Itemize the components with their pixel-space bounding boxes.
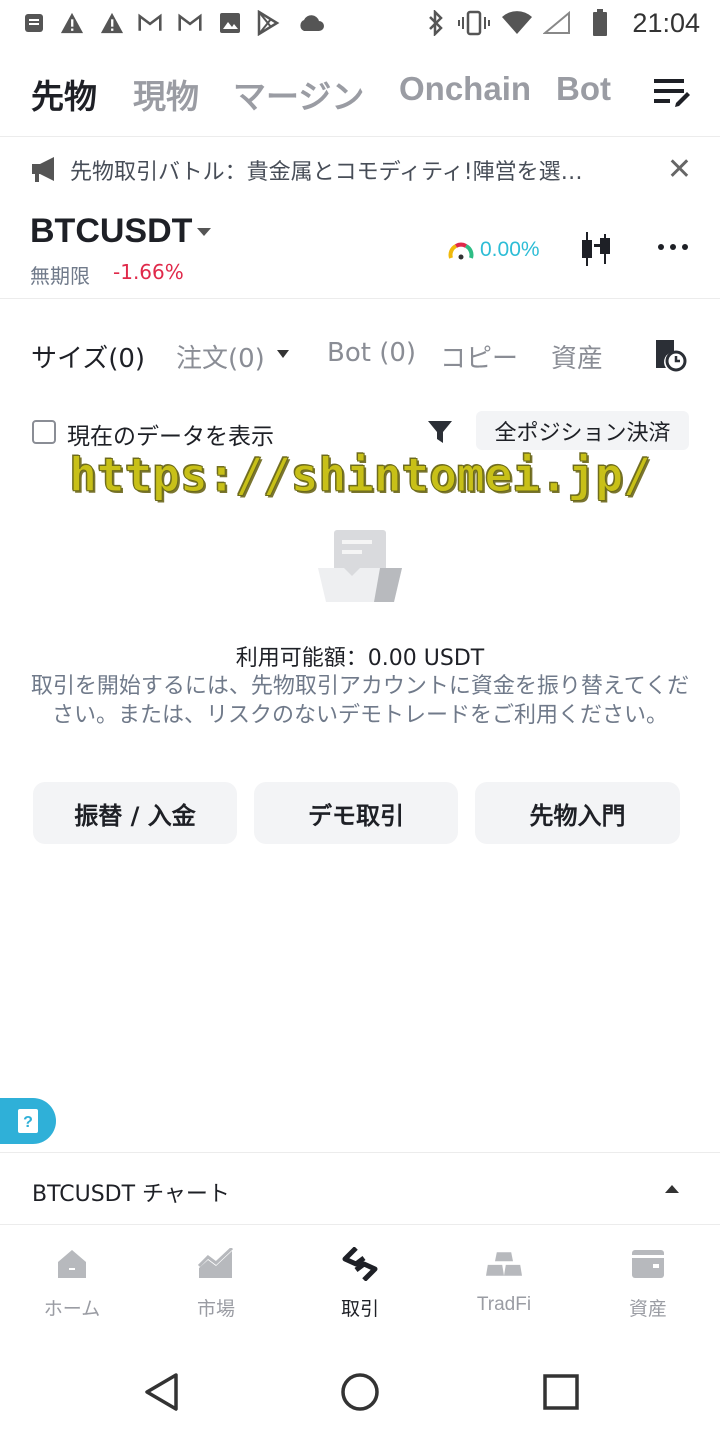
show-current-label: 現在のデータを表示 bbox=[67, 424, 274, 450]
funding-value: 0.00% bbox=[480, 238, 540, 261]
help-button[interactable]: ? bbox=[0, 1098, 56, 1144]
tab-spot[interactable]: 現物 bbox=[133, 70, 199, 118]
tab-bot[interactable]: Bot bbox=[556, 70, 611, 108]
status-bar: 21:04 bbox=[0, 0, 720, 50]
contract-type: 無期限 bbox=[30, 264, 90, 288]
signal-icon bbox=[542, 10, 572, 36]
filter-icon[interactable] bbox=[427, 420, 453, 448]
chevron-up-icon[interactable] bbox=[665, 1185, 679, 1193]
transfer-deposit-button[interactable]: 振替 / 入金 bbox=[33, 782, 237, 844]
home-button-icon[interactable] bbox=[340, 1372, 380, 1412]
tab-assets[interactable]: 資産 bbox=[551, 338, 603, 375]
divider bbox=[0, 1224, 720, 1225]
help-icon: ? bbox=[18, 1109, 38, 1133]
tab-futures[interactable]: 先物 bbox=[31, 70, 97, 118]
nav-home[interactable]: ホーム bbox=[17, 1246, 127, 1326]
tab-orders[interactable]: 注文(0) bbox=[176, 338, 265, 375]
nav-market[interactable]: 市場 bbox=[161, 1246, 271, 1326]
chevron-down-icon[interactable] bbox=[277, 350, 289, 358]
funding-rate[interactable]: 0.00% bbox=[448, 236, 540, 264]
gmail-icon bbox=[178, 10, 202, 36]
back-icon[interactable] bbox=[142, 1372, 182, 1412]
gold-bars-icon bbox=[486, 1246, 522, 1282]
pair-symbol[interactable]: BTCUSDT bbox=[30, 212, 192, 251]
empty-state-icon bbox=[314, 528, 406, 610]
bluetooth-icon bbox=[424, 10, 448, 36]
announcement-banner[interactable]: 先物取引バトル：貴金属とコモディティ!陣営を選… ✕ bbox=[0, 140, 720, 200]
cloud-icon bbox=[296, 10, 326, 36]
tab-onchain[interactable]: Onchain bbox=[399, 70, 531, 108]
nav-tradfi-label: TradFi bbox=[476, 1294, 532, 1315]
candlestick-icon[interactable] bbox=[582, 232, 614, 270]
status-time: 21:04 bbox=[632, 8, 700, 38]
price-change: -1.66% bbox=[113, 260, 184, 284]
nav-market-label: 市場 bbox=[196, 1298, 235, 1320]
home-icon bbox=[54, 1246, 90, 1282]
divider bbox=[0, 1152, 720, 1153]
notification-icon bbox=[22, 10, 46, 36]
warning-icon bbox=[60, 10, 84, 36]
battery-icon bbox=[588, 9, 612, 36]
menu-edit-icon[interactable] bbox=[654, 76, 690, 108]
megaphone-icon bbox=[30, 156, 62, 188]
tab-bot-positions[interactable]: Bot (0) bbox=[327, 338, 416, 368]
empty-description: 取引を開始するには、先物取引アカウントに資金を振り替えてください。または、リスク… bbox=[30, 674, 690, 728]
gmail-icon bbox=[138, 10, 162, 36]
wifi-icon bbox=[500, 10, 534, 36]
divider bbox=[0, 298, 720, 299]
chart-toggle-label[interactable]: BTCUSDT チャート bbox=[32, 1176, 230, 1208]
futures-intro-button[interactable]: 先物入門 bbox=[475, 782, 680, 844]
close-all-positions-button[interactable]: 全ポジション決済 bbox=[476, 411, 689, 450]
demo-trading-button[interactable]: デモ取引 bbox=[254, 782, 458, 844]
image-icon bbox=[218, 10, 242, 36]
tab-margin[interactable]: マージン bbox=[233, 70, 364, 118]
vibrate-icon bbox=[458, 10, 490, 36]
show-current-checkbox[interactable] bbox=[32, 420, 56, 444]
nav-tradfi[interactable]: TradFi bbox=[449, 1246, 559, 1326]
divider bbox=[0, 136, 720, 137]
svg-text:?: ? bbox=[23, 1114, 33, 1131]
tab-copy[interactable]: コピー bbox=[440, 338, 518, 375]
more-options-icon[interactable] bbox=[658, 244, 688, 250]
play-store-icon bbox=[256, 10, 280, 36]
chevron-down-icon[interactable] bbox=[197, 228, 211, 236]
warning-icon bbox=[100, 10, 124, 36]
tab-positions[interactable]: サイズ(0) bbox=[31, 338, 145, 375]
wallet-icon bbox=[630, 1246, 666, 1282]
order-history-icon[interactable] bbox=[652, 338, 688, 376]
watermark: https://shintomei.jp/ bbox=[69, 448, 652, 503]
nav-assets-label: 資産 bbox=[628, 1298, 667, 1320]
close-icon[interactable]: ✕ bbox=[667, 152, 692, 187]
trade-icon bbox=[342, 1246, 378, 1282]
nav-trade-label: 取引 bbox=[340, 1298, 379, 1320]
gauge-icon bbox=[448, 242, 474, 260]
available-balance: 利用可能額：0.00 USDT bbox=[235, 646, 485, 671]
banner-text: 先物取引バトル：貴金属とコモディティ!陣営を選… bbox=[70, 160, 583, 185]
nav-assets[interactable]: 資産 bbox=[593, 1246, 703, 1326]
nav-trade[interactable]: 取引 bbox=[305, 1246, 415, 1326]
nav-home-label: ホーム bbox=[43, 1298, 101, 1320]
recents-icon[interactable] bbox=[541, 1372, 581, 1412]
market-chart-icon bbox=[198, 1246, 234, 1282]
